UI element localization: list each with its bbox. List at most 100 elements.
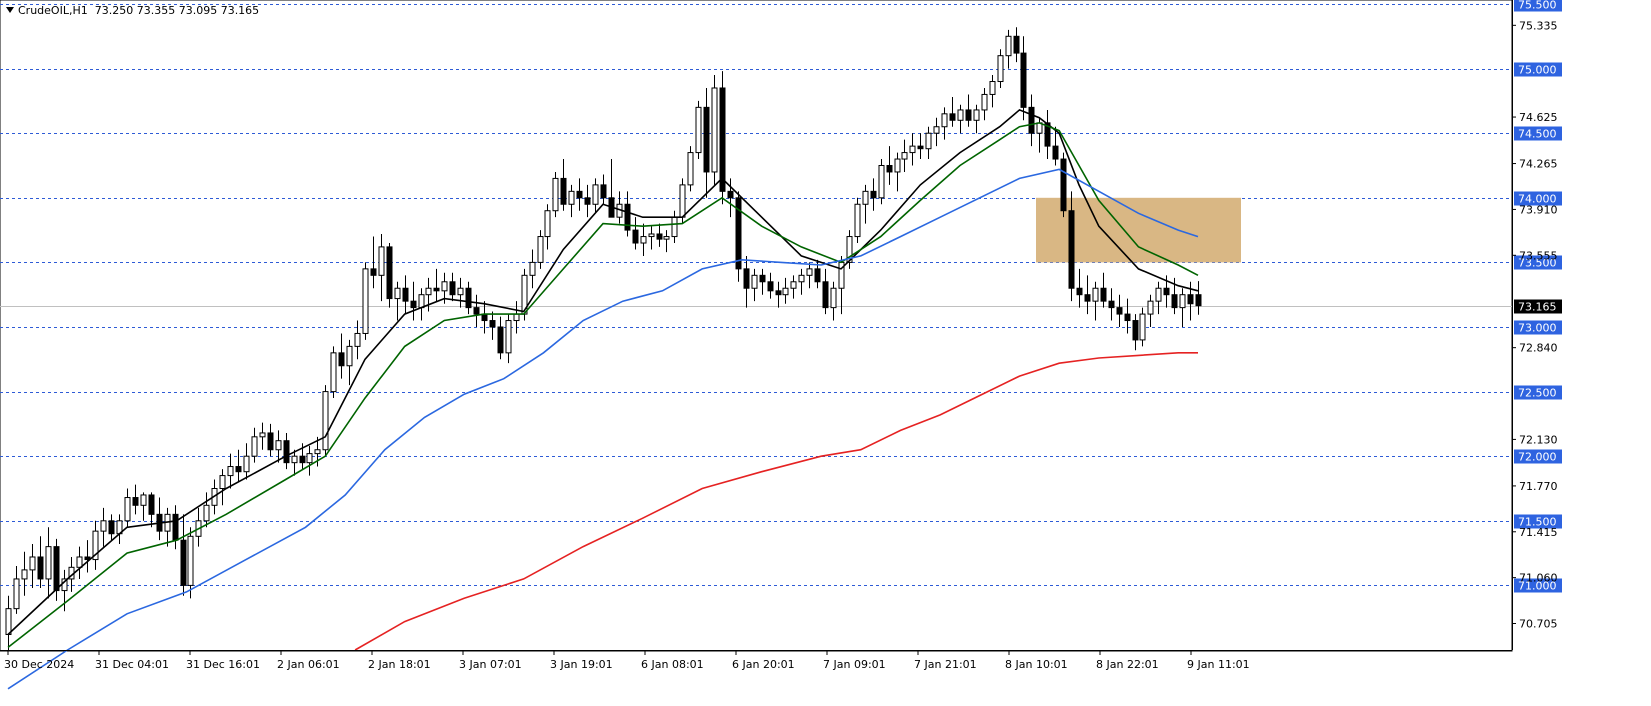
- candle-bull: [45, 546, 52, 580]
- candle-bull: [830, 287, 837, 309]
- candle-bull: [394, 287, 401, 300]
- candle-bull: [663, 236, 670, 240]
- candle-bear: [37, 556, 44, 580]
- candle-bear: [283, 440, 290, 464]
- candle-bull: [790, 281, 797, 289]
- candle-bull: [306, 453, 313, 464]
- candle-bear: [1116, 307, 1123, 315]
- candle-bull: [124, 497, 131, 522]
- price-tick-label: 72.130: [1519, 433, 1558, 446]
- candle-bear: [624, 203, 631, 231]
- candle-bull: [291, 455, 298, 464]
- candle-bear: [465, 287, 472, 309]
- time-tick-label: 7 Jan 21:01: [914, 658, 977, 671]
- candle-bull: [854, 203, 861, 238]
- time-tick-label: 7 Jan 09:01: [823, 658, 886, 671]
- candle-bull: [513, 313, 520, 322]
- candle-bear: [886, 165, 893, 173]
- candle-bull: [679, 184, 686, 218]
- candle-bull: [989, 81, 996, 95]
- candle-bear: [108, 520, 115, 535]
- candle-bull: [425, 287, 432, 296]
- level-tag-label: 73.000: [1518, 322, 1557, 335]
- resistance-zone-layer: [1036, 197, 1241, 263]
- candle-bull: [671, 216, 678, 238]
- candle-bull: [1155, 287, 1162, 302]
- level-tag-label: 75.500: [1518, 0, 1557, 12]
- chart-legend: CrudeOIL,H1 73.250 73.355 73.095 73.165: [6, 4, 259, 17]
- candle-bear: [917, 145, 924, 150]
- candle-bear: [148, 494, 155, 515]
- candle-bull: [219, 475, 226, 489]
- candle-bear: [727, 190, 734, 199]
- candle-bull: [354, 332, 361, 347]
- candle-bear: [632, 229, 639, 244]
- plot-frame: [0, 0, 1513, 652]
- candle-bear: [576, 190, 583, 199]
- candle-bear: [822, 281, 829, 309]
- candle-bull: [505, 320, 512, 354]
- candle-bear: [180, 539, 187, 586]
- candle-bear: [1068, 210, 1075, 289]
- level-tag-label: 72.500: [1518, 387, 1557, 400]
- price-tick-label: 75.335: [1519, 19, 1558, 32]
- ohlc-values: 73.250 73.355 73.095 73.165: [94, 4, 260, 17]
- candle-bear: [656, 233, 663, 240]
- candle-bull: [140, 494, 147, 506]
- candle-bear: [402, 287, 409, 302]
- price-tick-label: 71.770: [1519, 480, 1558, 493]
- candle-bull: [243, 455, 250, 473]
- price-chart[interactable]: 75.50075.00074.50074.00073.50073.00072.5…: [0, 0, 1651, 706]
- time-tick-label: 3 Jan 07:01: [459, 658, 522, 671]
- candle-bull: [798, 274, 805, 283]
- candle-bull: [346, 345, 353, 367]
- candle-bear: [949, 113, 956, 121]
- candle-bear: [703, 106, 710, 173]
- candle-bear: [1013, 35, 1020, 54]
- time-tick-label: 2 Jan 18:01: [368, 658, 431, 671]
- level-tag-label: 75.000: [1518, 64, 1557, 77]
- candle-bear: [743, 268, 750, 289]
- candle-bull: [782, 287, 789, 296]
- candle-bear: [235, 466, 242, 473]
- candle-bull: [187, 535, 194, 586]
- candle-bull: [275, 440, 282, 451]
- candle-bear: [53, 546, 60, 592]
- candle-bull: [909, 145, 916, 154]
- collapse-triangle-icon[interactable]: [6, 7, 14, 13]
- candle-bull: [1147, 300, 1154, 315]
- candle-bear: [870, 190, 877, 199]
- candle-bull: [862, 190, 869, 205]
- time-tick-label: 31 Dec 16:01: [186, 658, 260, 671]
- candle-bull: [100, 520, 107, 532]
- candle-bull: [314, 449, 321, 455]
- level-tag-label: 72.000: [1518, 451, 1557, 464]
- candle-bear: [1052, 145, 1059, 160]
- candle-bull: [537, 236, 544, 263]
- candle-bull: [76, 556, 83, 568]
- candle-bear: [338, 352, 345, 367]
- candle-bear: [497, 326, 504, 354]
- level-lines: [0, 0, 1513, 652]
- price-axis: 75.50075.00074.50074.00073.50073.00072.5…: [1512, 0, 1562, 650]
- candle-bull: [544, 210, 551, 238]
- candle-bear: [1187, 294, 1194, 305]
- candle-bear: [767, 281, 774, 292]
- candle-bull: [552, 177, 559, 212]
- candle-bull: [5, 608, 12, 635]
- candle-bull: [933, 126, 940, 134]
- candle-bear: [1171, 294, 1178, 309]
- time-axis: 30 Dec 2024 31 Dec 04:01 31 Dec 16:01 2 Jan…: [0, 650, 1512, 671]
- candle-bull: [418, 294, 425, 309]
- candle-bear: [1060, 158, 1067, 212]
- candle-bull: [751, 274, 758, 289]
- time-tick-label: 8 Jan 22:01: [1096, 658, 1159, 671]
- candle-bear: [299, 455, 306, 464]
- candle-bear: [172, 513, 179, 541]
- time-tick-label: 2 Jan 06:01: [277, 658, 340, 671]
- price-tick-label: 71.060: [1519, 572, 1558, 585]
- candle-bull: [806, 268, 813, 276]
- candle-bull: [330, 352, 337, 393]
- candle-bull: [1005, 35, 1012, 57]
- candle-bear: [1163, 287, 1170, 296]
